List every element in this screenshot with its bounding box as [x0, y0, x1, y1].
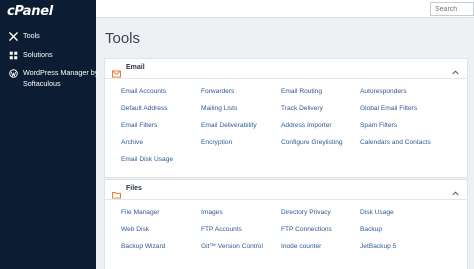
folder-icon: [112, 186, 121, 199]
email-panel-header[interactable]: Email: [105, 59, 467, 79]
tool-jetbackup-5[interactable]: JetBackup 5: [360, 243, 396, 250]
tool-git-version-control[interactable]: Git™ Version Control: [201, 243, 263, 250]
sidebar: cPanel Tools Solutions WordPress Manager…: [0, 0, 98, 269]
search-input[interactable]: [430, 2, 474, 16]
chevron-up-icon[interactable]: [451, 185, 460, 196]
tool-ftp-connections[interactable]: FTP Connections: [281, 226, 332, 233]
tool-web-disk[interactable]: Web Disk: [121, 226, 149, 233]
chevron-up-icon[interactable]: [451, 64, 460, 75]
panel-title: Email: [126, 64, 145, 71]
envelope-icon: [112, 65, 121, 78]
wordpress-icon: [9, 69, 20, 78]
files-panel: Files File Manager Images Directory Priv…: [104, 179, 468, 269]
top-bar: [96, 0, 474, 18]
panel-title: Files: [126, 185, 142, 192]
email-panel: Email Email Accounts Forwarders Email Ro…: [104, 58, 468, 178]
tool-configure-greylisting[interactable]: Configure Greylisting: [281, 139, 343, 146]
tool-email-deliverability[interactable]: Email Deliverability: [201, 122, 257, 129]
sidebar-item-solutions[interactable]: Solutions: [9, 50, 105, 61]
tool-file-manager[interactable]: File Manager: [121, 209, 159, 216]
tool-email-accounts[interactable]: Email Accounts: [121, 88, 166, 95]
tool-images[interactable]: Images: [201, 209, 223, 216]
tool-disk-usage[interactable]: Disk Usage: [360, 209, 394, 216]
tools-icon: [9, 32, 20, 41]
sidebar-item-label: WordPress Manager by Softaculous: [23, 68, 99, 88]
tool-global-email-filters[interactable]: Global Email Filters: [360, 105, 417, 112]
tool-autoresponders[interactable]: Autoresponders: [360, 88, 407, 95]
sidebar-item-label: Tools: [23, 31, 40, 40]
tool-default-address[interactable]: Default Address: [121, 105, 168, 112]
tool-email-filters[interactable]: Email Filters: [121, 122, 157, 129]
sidebar-item-wordpress-manager[interactable]: WordPress Manager by Softaculous: [9, 68, 105, 89]
sidebar-item-tools[interactable]: Tools: [9, 31, 105, 42]
tool-encryption[interactable]: Encryption: [201, 139, 232, 146]
tool-email-disk-usage[interactable]: Email Disk Usage: [121, 156, 173, 163]
solutions-icon: [9, 51, 20, 60]
page-title: Tools: [105, 30, 141, 47]
tool-email-routing[interactable]: Email Routing: [281, 88, 322, 95]
tool-backup-wizard[interactable]: Backup Wizard: [121, 243, 165, 250]
tool-inode-counter[interactable]: Inode counter: [281, 243, 321, 250]
tool-archive[interactable]: Archive: [121, 139, 143, 146]
tool-spam-filters[interactable]: Spam Filters: [360, 122, 397, 129]
tool-forwarders[interactable]: Forwarders: [201, 88, 234, 95]
tool-directory-privacy[interactable]: Directory Privacy: [281, 209, 331, 216]
tool-ftp-accounts[interactable]: FTP Accounts: [201, 226, 242, 233]
cpanel-logo[interactable]: cPanel: [7, 4, 53, 19]
tool-backup[interactable]: Backup: [360, 226, 382, 233]
sidebar-item-label: Solutions: [23, 50, 53, 59]
tool-calendars-and-contacts[interactable]: Calendars and Contacts: [360, 139, 431, 146]
tool-mailing-lists[interactable]: Mailing Lists: [201, 105, 237, 112]
tool-track-delivery[interactable]: Track Delivery: [281, 105, 323, 112]
files-panel-header[interactable]: Files: [105, 180, 467, 200]
tool-address-importer[interactable]: Address Importer: [281, 122, 332, 129]
